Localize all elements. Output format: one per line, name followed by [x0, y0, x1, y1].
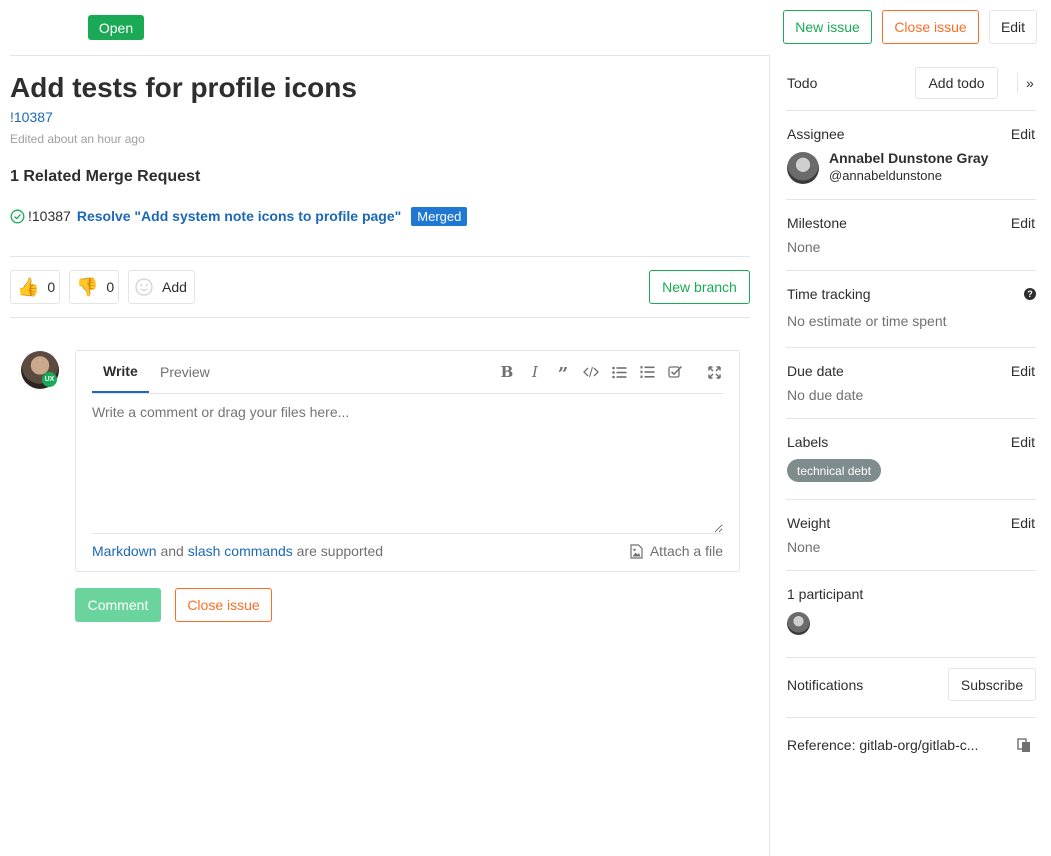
content-divider-2: [10, 317, 750, 318]
hint-and: and: [160, 543, 184, 559]
sidebar-divider-9: [786, 717, 1036, 718]
avatar-ux-badge: UX: [42, 372, 57, 387]
assignee-title: Assignee: [787, 126, 845, 142]
attach-file-button[interactable]: Attach a file: [630, 543, 723, 559]
labels-edit-link[interactable]: Edit: [1011, 434, 1035, 450]
related-mr-heading: 1 Related Merge Request: [10, 168, 201, 185]
add-emoji-button[interactable]: Add: [128, 270, 195, 304]
time-tracking-title: Time tracking: [787, 286, 871, 302]
content-divider-1: [10, 256, 750, 257]
todo-label: Todo: [787, 75, 818, 91]
bullet-list-icon[interactable]: [610, 363, 628, 381]
due-date-title: Due date: [787, 363, 844, 379]
comment-textarea[interactable]: [92, 401, 723, 533]
sidebar-divider-2: [786, 199, 1036, 200]
issue-sidebar: Todo Add todo » Assignee Edit Annabel Du…: [769, 55, 1051, 856]
textarea-divider: [92, 533, 723, 534]
notifications-title: Notifications: [787, 677, 864, 693]
thumbs-up-count: 0: [47, 279, 56, 295]
add-emoji-label: Add: [162, 279, 187, 295]
assignee-username: @annabeldunstone: [829, 168, 942, 183]
new-branch-button[interactable]: New branch: [649, 270, 750, 304]
sidebar-divider-7: [786, 570, 1036, 571]
issue-title: Add tests for profile icons: [10, 72, 357, 103]
reference-text: Reference: gitlab-org/gitlab-c...: [787, 737, 979, 753]
due-date-edit-link[interactable]: Edit: [1011, 363, 1035, 379]
weight-value: None: [787, 539, 821, 555]
fullscreen-icon[interactable]: [705, 363, 723, 381]
assignee-avatar: [787, 152, 819, 184]
edited-timestamp: Edited about an hour ago: [10, 132, 145, 146]
subscribe-button[interactable]: Subscribe: [948, 668, 1036, 701]
italic-icon[interactable]: I: [526, 363, 544, 381]
assignee-name[interactable]: Annabel Dunstone Gray: [829, 150, 988, 166]
milestone-edit-link[interactable]: Edit: [1011, 215, 1035, 231]
close-issue-header-button[interactable]: Close issue: [882, 10, 979, 44]
label-technical-debt[interactable]: technical debt: [787, 459, 882, 482]
tabs-divider: [92, 393, 723, 394]
participants-title: 1 participant: [787, 586, 864, 602]
related-mr-title-link[interactable]: Resolve "Add system note icons to profil…: [77, 208, 401, 224]
milestone-value: None: [787, 239, 821, 255]
comment-form: Write Preview B I ” Markdown and slash c…: [75, 350, 740, 572]
markdown-hint: Markdown and slash commands are supporte…: [92, 543, 383, 559]
comment-button[interactable]: Comment: [75, 588, 161, 622]
sidebar-divider-1: [786, 110, 1036, 111]
add-todo-button[interactable]: Add todo: [915, 67, 998, 99]
thumbs-up-button[interactable]: 👍 0: [10, 270, 60, 304]
sidebar-divider-6: [786, 499, 1036, 500]
bold-icon[interactable]: B: [498, 363, 516, 381]
related-mr-ref: !10387: [28, 208, 71, 224]
weight-title: Weight: [787, 515, 831, 531]
copy-icon[interactable]: [1017, 738, 1031, 756]
due-date-value: No due date: [787, 387, 864, 403]
image-file-icon: [630, 543, 643, 559]
smiley-icon: [135, 278, 153, 296]
thumbs-down-button[interactable]: 👎 0: [69, 270, 119, 304]
attach-file-label: Attach a file: [649, 543, 723, 559]
thumbs-down-icon: 👎: [76, 277, 99, 297]
help-icon[interactable]: ?: [1024, 288, 1036, 300]
assignee-edit-link[interactable]: Edit: [1011, 126, 1035, 142]
check-circle-icon: [10, 209, 25, 224]
task-list-icon[interactable]: [666, 363, 684, 381]
hint-supported: are supported: [296, 543, 384, 559]
numbered-list-icon[interactable]: [638, 363, 656, 381]
thumbs-down-count: 0: [106, 279, 115, 295]
sidebar-divider-3: [786, 270, 1036, 271]
related-mr-row: !10387 Resolve "Add system note icons to…: [10, 205, 468, 227]
quote-icon[interactable]: ”: [554, 363, 572, 383]
sidebar-divider-8: [786, 657, 1036, 658]
tab-write[interactable]: Write: [92, 351, 149, 393]
slash-commands-link[interactable]: slash commands: [188, 543, 293, 559]
sidebar-divider-4: [786, 347, 1036, 348]
participant-avatar[interactable]: [787, 612, 810, 635]
new-issue-button[interactable]: New issue: [783, 10, 872, 44]
todo-divider-v: [1017, 73, 1018, 93]
edit-issue-button[interactable]: Edit: [989, 10, 1037, 44]
sidebar-divider-5: [786, 418, 1036, 419]
merged-badge: Merged: [411, 206, 468, 226]
status-badge: Open: [88, 15, 144, 40]
close-issue-button[interactable]: Close issue: [175, 588, 272, 622]
time-tracking-value: No estimate or time spent: [787, 313, 947, 329]
markdown-link[interactable]: Markdown: [92, 543, 157, 559]
code-icon[interactable]: [582, 363, 600, 381]
issue-reference-link[interactable]: !10387: [10, 109, 53, 125]
milestone-title: Milestone: [787, 215, 847, 231]
weight-edit-link[interactable]: Edit: [1011, 515, 1035, 531]
collapse-sidebar-icon[interactable]: »: [1026, 75, 1034, 91]
tab-preview[interactable]: Preview: [160, 351, 210, 393]
thumbs-up-icon: 👍: [17, 277, 40, 297]
labels-title: Labels: [787, 434, 829, 450]
